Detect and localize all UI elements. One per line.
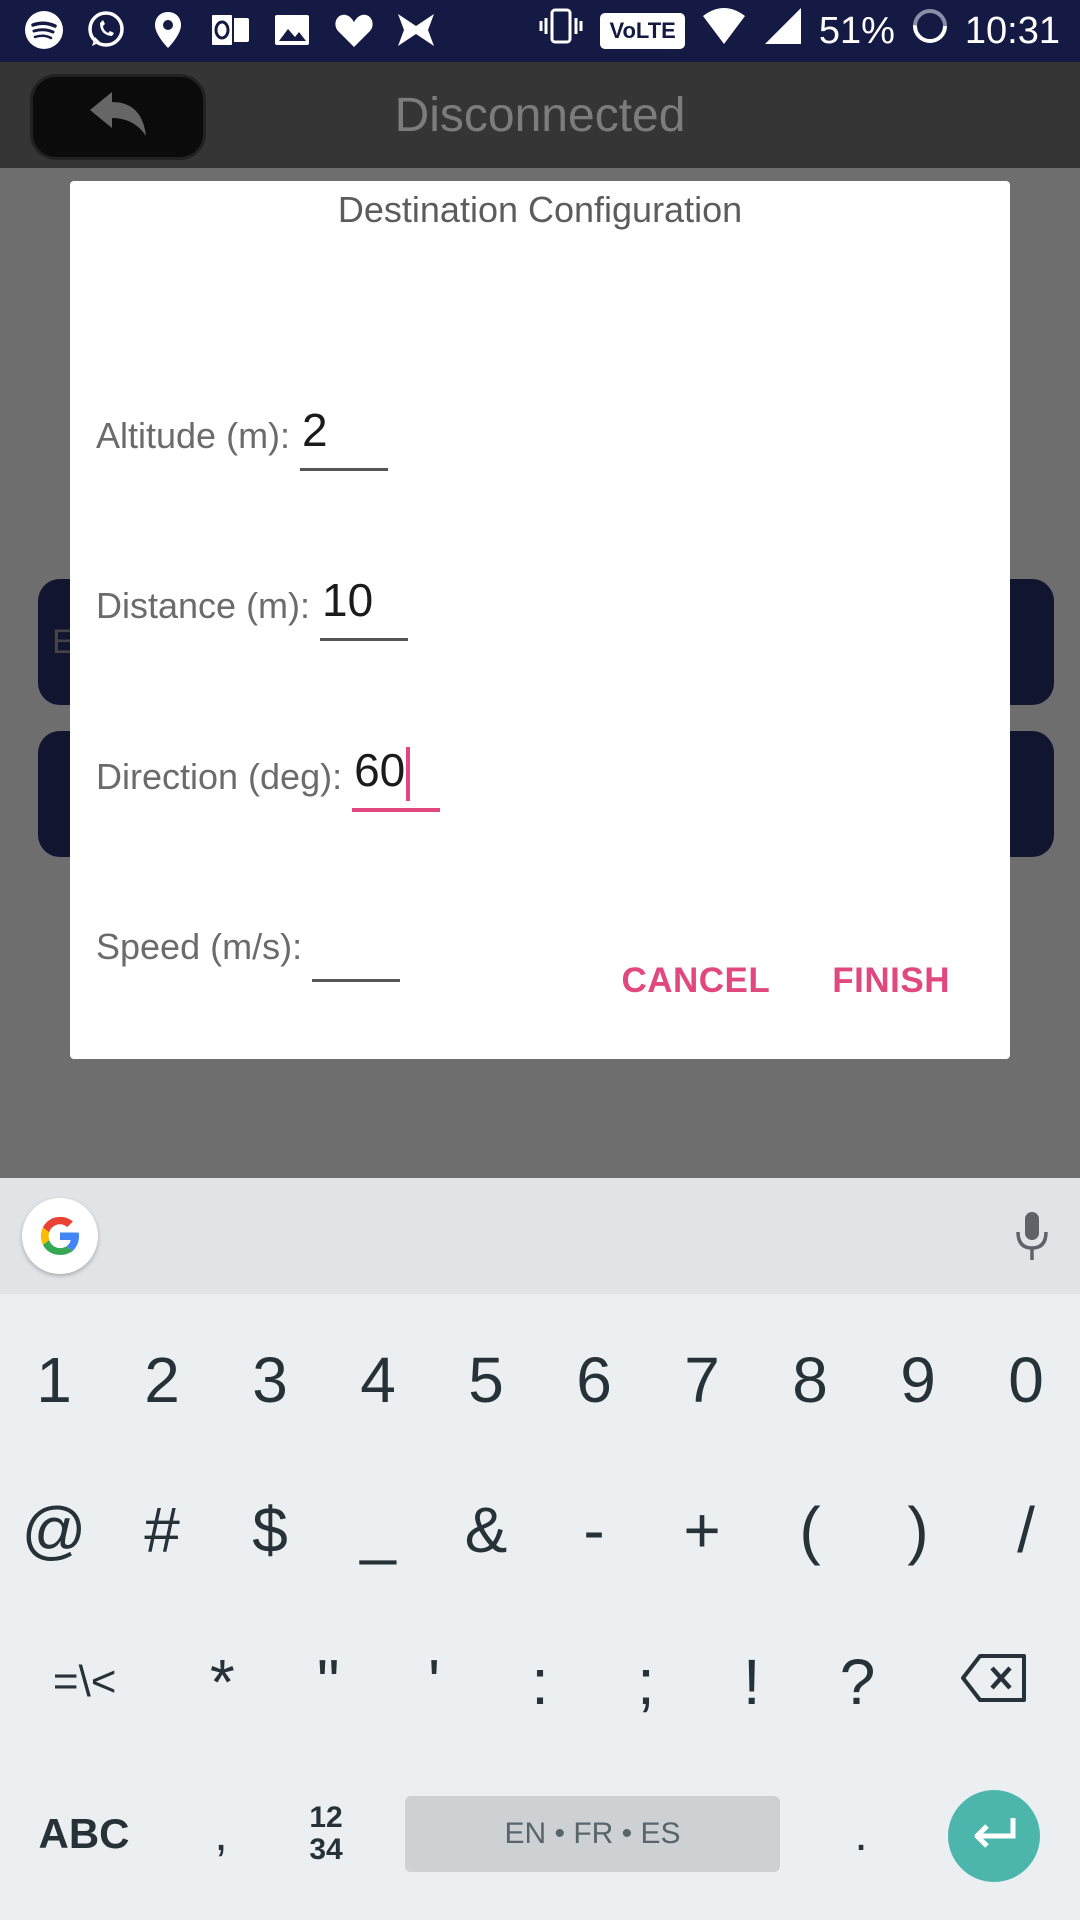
battery-ring-icon bbox=[911, 7, 949, 55]
dialog-actions: CANCEL FINISH bbox=[621, 961, 950, 1001]
key-8[interactable]: 8 bbox=[756, 1330, 864, 1430]
key-2[interactable]: 2 bbox=[108, 1330, 216, 1430]
altitude-label: Altitude (m): bbox=[96, 415, 291, 456]
clock: 10:31 bbox=[964, 9, 1060, 52]
destination-config-dialog: Destination Configuration Altitude (m): … bbox=[70, 181, 1010, 1059]
direction-input[interactable]: 60 bbox=[352, 738, 441, 812]
symbol-row: @ # $ _ & - + ( ) / bbox=[0, 1480, 1080, 1580]
direction-value: 60 bbox=[354, 744, 406, 796]
altitude-row: Altitude (m): 2 bbox=[96, 391, 389, 471]
key-slash[interactable]: / bbox=[972, 1480, 1080, 1580]
space-bar[interactable]: EN • FR • ES bbox=[405, 1796, 780, 1872]
key-4[interactable]: 4 bbox=[324, 1330, 432, 1430]
number-row: 1 2 3 4 5 6 7 8 9 0 bbox=[0, 1330, 1080, 1430]
dialog-title: Destination Configuration bbox=[337, 189, 743, 230]
outlook-icon bbox=[208, 8, 252, 52]
key-more-symbols[interactable]: =\< bbox=[0, 1632, 169, 1732]
key-plus[interactable]: + bbox=[648, 1480, 756, 1580]
keyboard: 1 2 3 4 5 6 7 8 9 0 @ # $ _ & - + ( ) / … bbox=[0, 1178, 1080, 1920]
google-logo-icon[interactable] bbox=[22, 1198, 98, 1274]
whatsapp-icon bbox=[84, 8, 128, 52]
key-close-paren[interactable]: ) bbox=[864, 1480, 972, 1580]
numpad-key[interactable]: 12 34 bbox=[286, 1796, 366, 1872]
key-3[interactable]: 3 bbox=[216, 1330, 324, 1430]
direction-row: Direction (deg): 60 bbox=[96, 732, 441, 812]
key-1[interactable]: 1 bbox=[0, 1330, 108, 1430]
key-asterisk[interactable]: * bbox=[169, 1632, 275, 1732]
signal-icon bbox=[763, 6, 803, 56]
key-6[interactable]: 6 bbox=[540, 1330, 648, 1430]
app-bar: Disconnected bbox=[0, 62, 1080, 168]
key-open-paren[interactable]: ( bbox=[756, 1480, 864, 1580]
distance-input[interactable]: 10 bbox=[320, 568, 409, 641]
spotify-icon bbox=[22, 8, 66, 52]
vibrate-icon bbox=[538, 6, 584, 56]
key-hash[interactable]: # bbox=[108, 1480, 216, 1580]
heart-icon bbox=[332, 8, 376, 52]
finish-button[interactable]: FINISH bbox=[832, 961, 950, 1001]
speed-label: Speed (m/s): bbox=[96, 926, 303, 967]
notification-icons bbox=[22, 8, 438, 52]
backspace-icon bbox=[960, 1645, 1030, 1719]
key-at[interactable]: @ bbox=[0, 1480, 108, 1580]
battery-text: 51% bbox=[818, 9, 895, 52]
speed-input[interactable] bbox=[312, 909, 401, 982]
microphone-icon[interactable] bbox=[1012, 1210, 1052, 1267]
wifi-icon bbox=[701, 6, 747, 56]
key-ampersand[interactable]: & bbox=[432, 1480, 540, 1580]
connection-status-title: Disconnected bbox=[394, 89, 686, 142]
comma-key[interactable]: , bbox=[196, 1796, 246, 1872]
key-colon[interactable]: : bbox=[487, 1632, 593, 1732]
key-question[interactable]: ? bbox=[805, 1632, 911, 1732]
volte-badge: VoLTE bbox=[600, 13, 685, 49]
key-single-quote[interactable]: ' bbox=[381, 1632, 487, 1732]
numpad-label-bottom: 34 bbox=[309, 1833, 343, 1866]
status-bar: VoLTE 51% 10:31 bbox=[0, 0, 1080, 62]
bowtie-icon bbox=[394, 8, 438, 52]
enter-arrow-icon bbox=[969, 1814, 1019, 1859]
status-right: VoLTE 51% 10:31 bbox=[538, 6, 1060, 56]
text-cursor bbox=[406, 746, 411, 801]
keyboard-suggestion-bar bbox=[0, 1178, 1080, 1294]
period-key[interactable]: . bbox=[836, 1796, 886, 1872]
location-pin-icon bbox=[146, 8, 190, 52]
distance-label: Distance (m): bbox=[96, 585, 311, 626]
symbol-row-2: =\< * " ' : ; ! ? bbox=[0, 1632, 1080, 1732]
key-7[interactable]: 7 bbox=[648, 1330, 756, 1430]
key-0[interactable]: 0 bbox=[972, 1330, 1080, 1430]
cancel-button[interactable]: CANCEL bbox=[621, 961, 770, 1001]
key-semicolon[interactable]: ; bbox=[593, 1632, 699, 1732]
gallery-icon bbox=[270, 8, 314, 52]
key-dollar[interactable]: $ bbox=[216, 1480, 324, 1580]
distance-row: Distance (m): 10 bbox=[96, 561, 409, 641]
direction-label: Direction (deg): bbox=[96, 756, 343, 797]
enter-key[interactable] bbox=[948, 1790, 1040, 1882]
key-exclamation[interactable]: ! bbox=[699, 1632, 805, 1732]
backspace-key[interactable] bbox=[911, 1632, 1080, 1732]
key-minus[interactable]: - bbox=[540, 1480, 648, 1580]
key-9[interactable]: 9 bbox=[864, 1330, 972, 1430]
key-double-quote[interactable]: " bbox=[275, 1632, 381, 1732]
altitude-input[interactable]: 2 bbox=[300, 398, 389, 471]
abc-key[interactable]: ABC bbox=[24, 1796, 144, 1872]
numpad-label-top: 12 bbox=[309, 1801, 343, 1834]
key-5[interactable]: 5 bbox=[432, 1330, 540, 1430]
speed-row: Speed (m/s): bbox=[96, 902, 401, 982]
key-underscore[interactable]: _ bbox=[324, 1480, 432, 1580]
